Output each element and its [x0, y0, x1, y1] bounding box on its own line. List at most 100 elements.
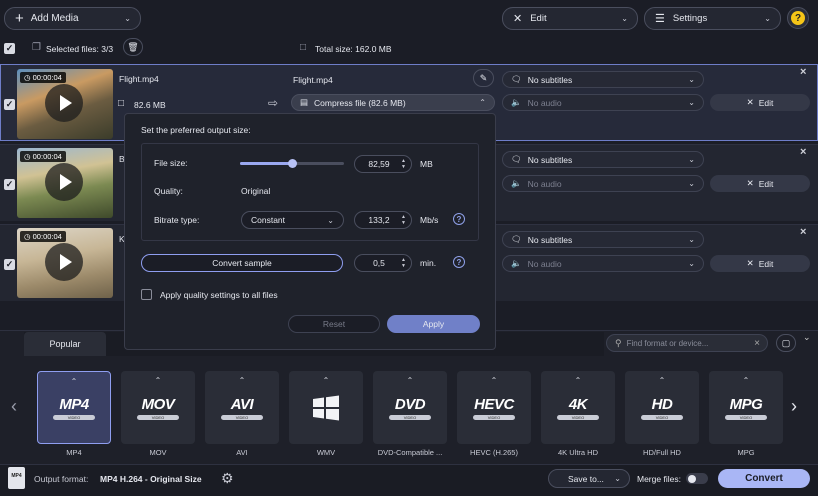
bitrate-type-label: Bitrate type: [154, 215, 200, 225]
audio-dropdown[interactable]: 🔈 No audio ⌄ [502, 175, 704, 192]
help-button[interactable]: ? [787, 7, 809, 29]
bitrate-value: 133,2 [368, 215, 390, 225]
video-thumbnail-2[interactable]: ◷ 00:00:04 [17, 148, 113, 218]
clear-search-icon[interactable]: × [754, 338, 760, 349]
caret-up-icon: ⌃ [406, 376, 414, 385]
edit-file-button[interactable]: ✕ Edit [710, 94, 810, 111]
format-tile-4k[interactable]: ⌃ 4K VIDEO [541, 371, 615, 444]
slider-handle[interactable] [288, 159, 297, 168]
output-settings-gear-icon[interactable]: ⚙ [221, 470, 234, 487]
bitrate-type-select[interactable]: Constant ⌄ [241, 211, 344, 229]
chevron-down-icon: ⌄ [124, 14, 131, 23]
device-detect-button[interactable]: ▢ [776, 334, 796, 352]
settings-sliders-icon: ☰ [655, 13, 665, 25]
stepper-icon[interactable]: ▲ ▼ [401, 158, 406, 170]
collapse-panel-icon[interactable]: ⌄ [803, 332, 811, 343]
apply-all-checkbox[interactable] [141, 289, 152, 300]
format-label: HEVC (H.265) [470, 448, 518, 457]
edit-menu-button[interactable]: ✕ Edit ⌄ [502, 7, 638, 30]
tools-icon: ✕ [513, 13, 523, 25]
format-tile-mp4[interactable]: ⌃ MP4 VIDEO [37, 371, 111, 444]
selected-files-text: Selected files: 3/3 [46, 44, 114, 54]
edit-file-button[interactable]: ✕ Edit [710, 175, 810, 192]
compress-dropdown[interactable]: ▤ Compress file (82.6 MB) ⌃ [291, 94, 495, 111]
caret-up-icon: ⌃ [154, 376, 162, 385]
compress-label: Compress file (82.6 MB) [314, 97, 406, 108]
play-icon[interactable] [45, 163, 83, 201]
bitrate-input[interactable]: 133,2 ▲ ▼ [354, 211, 412, 229]
speaker-icon: 🔈 [511, 97, 522, 107]
output-format-icon: MP4 [8, 467, 25, 489]
add-media-label: Add Media [30, 13, 79, 24]
convert-arrow-icon: ⇨ [268, 96, 279, 110]
file-size-slider[interactable] [240, 159, 344, 168]
file-size-input[interactable]: 82,59 ▲ ▼ [354, 155, 412, 173]
chevron-down-icon: ⌄ [688, 98, 695, 107]
delete-selected-button[interactable]: 🗑 [123, 38, 143, 56]
format-tile-wmv[interactable]: ⌃ [289, 371, 363, 444]
format-tile-hevc[interactable]: ⌃ HEVC VIDEO [457, 371, 531, 444]
stepper-icon[interactable]: ▲ ▼ [401, 214, 406, 226]
play-icon[interactable] [45, 243, 83, 281]
settings-menu-label: Settings [672, 13, 708, 24]
add-media-button[interactable]: + Add Media ⌄ [4, 7, 141, 30]
file-size-value: 82,59 [368, 159, 390, 169]
sample-length-input[interactable]: 0,5 ▲ ▼ [354, 254, 412, 272]
audio-dropdown[interactable]: 🔈 No audio ⌄ [502, 255, 704, 272]
play-icon[interactable] [45, 84, 83, 122]
subtitles-icon: 🗨 [511, 74, 522, 84]
chevron-down-icon: ⌄ [688, 75, 695, 84]
scroll-left-icon[interactable]: ‹ [11, 396, 17, 417]
total-size-text: Total size: 162.0 MB [315, 44, 392, 54]
video-thumbnail-1[interactable]: ◷ 00:00:04 [17, 69, 113, 139]
tools-icon: ✕ [746, 97, 754, 107]
subtitles-icon: 🗨 [511, 154, 522, 164]
remove-file-icon[interactable]: × [800, 146, 806, 158]
audio-dropdown[interactable]: 🔈 No audio ⌄ [502, 94, 704, 111]
reset-button[interactable]: Reset [288, 315, 380, 333]
format-tile-mov[interactable]: ⌃ MOV VIDEO [121, 371, 195, 444]
remove-file-icon[interactable]: × [800, 66, 806, 78]
file-size-label: File size: [154, 158, 188, 168]
subtitles-dropdown[interactable]: 🗨 No subtitles ⌄ [502, 151, 704, 168]
rename-button[interactable]: ✎ [473, 69, 494, 87]
audio-label: No audio [527, 97, 562, 108]
format-label: MPG [737, 448, 755, 457]
convert-sample-label: Convert sample [212, 258, 272, 268]
remove-file-icon[interactable]: × [800, 226, 806, 238]
subtitles-dropdown[interactable]: 🗨 No subtitles ⌄ [502, 71, 704, 88]
sample-help-icon[interactable]: ? [453, 256, 465, 268]
settings-menu-button[interactable]: ☰ Settings ⌄ [644, 7, 781, 30]
format-search[interactable]: ⚲ Find format or device... × [606, 334, 768, 352]
caret-up-icon: ⌃ [742, 376, 750, 385]
merge-files-toggle[interactable] [686, 473, 708, 484]
mpg-logo: MPG [729, 395, 763, 413]
files-icon: ❐ [32, 42, 41, 53]
file-checkbox-1[interactable]: ✓ [4, 99, 15, 110]
video-thumbnail-3[interactable]: ◷ 00:00:04 [17, 228, 113, 298]
tab-popular[interactable]: Popular [24, 332, 106, 356]
file-checkbox-2[interactable]: ✓ [4, 179, 15, 190]
compress-icon: ▤ [300, 97, 309, 107]
subtitles-dropdown[interactable]: 🗨 No subtitles ⌄ [502, 231, 704, 248]
edit-menu-label: Edit [530, 13, 547, 24]
file-checkbox-3[interactable]: ✓ [4, 259, 15, 270]
format-tile-hd[interactable]: ⌃ HD VIDEO [625, 371, 699, 444]
format-tile-avi[interactable]: ⌃ AVI VIDEO [205, 371, 279, 444]
audio-label: No audio [527, 178, 562, 189]
video-badge: VIDEO [473, 414, 515, 420]
save-to-dropdown[interactable]: Save to... ⌄ [548, 469, 630, 488]
tab-popular-label: Popular [49, 339, 81, 349]
scroll-right-icon[interactable]: › [791, 396, 797, 417]
format-tile-dvd[interactable]: ⌃ DVD VIDEO [373, 371, 447, 444]
edit-file-button[interactable]: ✕ Edit [710, 255, 810, 272]
apply-button[interactable]: Apply [387, 315, 480, 333]
output-format-label: Output format: [34, 474, 89, 484]
convert-sample-button[interactable]: Convert sample [141, 254, 343, 272]
convert-button[interactable]: Convert [718, 469, 810, 488]
bitrate-help-icon[interactable]: ? [453, 213, 465, 225]
stepper-icon[interactable]: ▲ ▼ [401, 257, 406, 269]
select-all-checkbox[interactable]: ✓ [4, 43, 15, 54]
quality-value: Original [241, 186, 271, 196]
format-tile-mpg[interactable]: ⌃ MPG VIDEO [709, 371, 783, 444]
